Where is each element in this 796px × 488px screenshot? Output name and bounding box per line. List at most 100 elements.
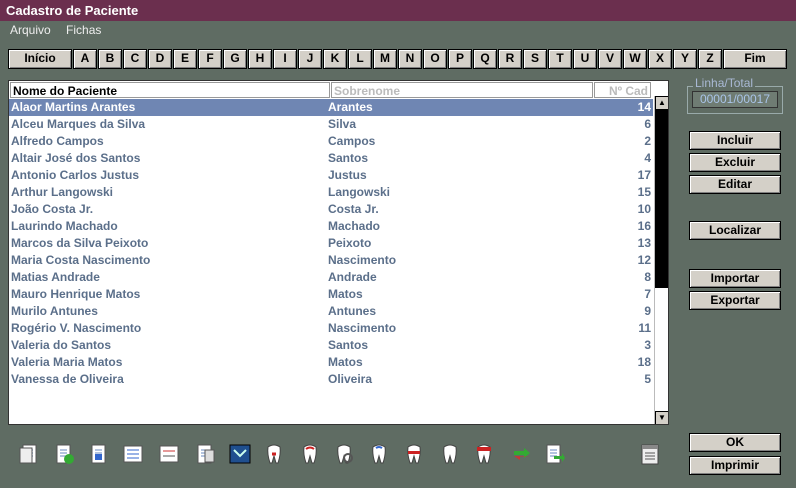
documents-icon[interactable]	[193, 442, 217, 466]
table-row[interactable]: Rogério V. Nascimento Nascimento 11	[9, 320, 653, 337]
tooth-white-icon[interactable]	[438, 442, 462, 466]
tooth-search-icon[interactable]	[332, 442, 356, 466]
surname-cell: Santos	[328, 151, 369, 165]
alpha-button-v[interactable]: V	[598, 49, 622, 69]
alpha-button-p[interactable]: P	[448, 49, 472, 69]
cadastro-number-cell: 5	[644, 372, 651, 386]
patient-name-cell: Matias Andrade	[11, 270, 100, 284]
alpha-button-a[interactable]: A	[73, 49, 97, 69]
alpha-button-n[interactable]: N	[398, 49, 422, 69]
surname-cell: Langowski	[328, 185, 391, 199]
header-name[interactable]: Nome do Paciente	[10, 82, 330, 98]
cadastro-number-cell: 13	[637, 236, 651, 250]
vertical-scrollbar[interactable]: ▲ ▼	[654, 96, 668, 424]
alpha-button-q[interactable]: Q	[473, 49, 497, 69]
alpha-button-z[interactable]: Z	[698, 49, 722, 69]
table-row[interactable]: Murilo Antunes Antunes 9	[9, 303, 653, 320]
table-row[interactable]: Arthur Langowski Langowski 15	[9, 184, 653, 201]
table-row[interactable]: Vanessa de Oliveira Oliveira 5	[9, 371, 653, 388]
tooth-crown-icon[interactable]	[472, 442, 496, 466]
ok-button[interactable]: OK	[689, 433, 781, 452]
table-row[interactable]: Altair José dos Santos Santos 4	[9, 150, 653, 167]
alpha-button-i[interactable]: I	[273, 49, 297, 69]
alpha-button-x[interactable]: X	[648, 49, 672, 69]
cadastro-number-cell: 8	[644, 270, 651, 284]
alpha-button-c[interactable]: C	[123, 49, 147, 69]
scroll-down-icon[interactable]: ▼	[655, 411, 668, 424]
table-row[interactable]: Marcos da Silva Peixoto Peixoto 13	[9, 235, 653, 252]
tooth-red-icon[interactable]	[262, 442, 286, 466]
surname-cell: Matos	[328, 287, 363, 301]
tooth-blue-icon[interactable]	[367, 442, 391, 466]
cadastro-number-cell: 7	[644, 287, 651, 301]
alpha-button-j[interactable]: J	[298, 49, 322, 69]
patient-name-cell: Altair José dos Santos	[11, 151, 141, 165]
tooth-cross-icon[interactable]	[402, 442, 426, 466]
table-row[interactable]: João Costa Jr. Costa Jr. 10	[9, 201, 653, 218]
menu-arquivo[interactable]: Arquivo	[10, 23, 51, 37]
table-row[interactable]: Alfredo Campos Campos 2	[9, 133, 653, 150]
cadastro-number-cell: 11	[638, 321, 651, 335]
dental-chart-icon[interactable]	[228, 442, 252, 466]
alpha-button-m[interactable]: M	[373, 49, 397, 69]
exchange-icon[interactable]	[510, 442, 534, 466]
header-surname[interactable]: Sobrenome	[331, 82, 593, 98]
patient-name-cell: João Costa Jr.	[11, 202, 94, 216]
table-row[interactable]: Maria Costa Nascimento Nascimento 12	[9, 252, 653, 269]
document-icon[interactable]	[87, 442, 111, 466]
alpha-button-w[interactable]: W	[623, 49, 647, 69]
alpha-button-r[interactable]: R	[498, 49, 522, 69]
alpha-button-b[interactable]: B	[98, 49, 122, 69]
cadastro-number-cell: 6	[644, 117, 651, 131]
scroll-thumb[interactable]	[655, 110, 668, 288]
exportar-button[interactable]: Exportar	[689, 291, 781, 310]
table-row[interactable]: Alceu Marques da Silva Silva 6	[9, 116, 653, 133]
alpha-button-u[interactable]: U	[573, 49, 597, 69]
list-icon[interactable]	[121, 442, 145, 466]
table-row[interactable]: Laurindo Machado Machado 16	[9, 218, 653, 235]
imprimir-button[interactable]: Imprimir	[689, 456, 781, 475]
patient-name-cell: Valeria Maria Matos	[11, 355, 123, 369]
cadastro-number-cell: 2	[644, 134, 651, 148]
alpha-button-inicio[interactable]: Início	[8, 49, 72, 69]
alpha-button-t[interactable]: T	[548, 49, 572, 69]
surname-cell: Andrade	[328, 270, 377, 284]
table-row[interactable]: Alaor Martins Arantes Arantes 14	[9, 99, 653, 116]
tooth-outline-icon[interactable]	[298, 442, 322, 466]
scroll-up-icon[interactable]: ▲	[655, 96, 668, 110]
menu-fichas[interactable]: Fichas	[66, 23, 101, 37]
alpha-button-fim[interactable]: Fim	[723, 49, 787, 69]
copy-document-icon[interactable]	[18, 442, 42, 466]
cadastro-number-cell: 18	[637, 355, 651, 369]
alpha-button-k[interactable]: K	[323, 49, 347, 69]
excluir-button[interactable]: Excluir	[689, 153, 781, 172]
alpha-button-y[interactable]: Y	[673, 49, 697, 69]
patient-name-cell: Rogério V. Nascimento	[11, 321, 142, 335]
export-document-icon[interactable]	[542, 442, 566, 466]
patient-check-icon[interactable]	[52, 442, 76, 466]
cadastro-number-cell: 12	[637, 253, 651, 267]
alpha-button-d[interactable]: D	[148, 49, 172, 69]
cadastro-number-cell: 17	[637, 168, 651, 182]
patient-list[interactable]: Nome do Paciente Sobrenome Nº Cad Alaor …	[8, 80, 669, 425]
surname-cell: Antunes	[328, 304, 376, 318]
header-id[interactable]: Nº Cad	[594, 82, 651, 98]
incluir-button[interactable]: Incluir	[689, 131, 781, 150]
table-row[interactable]: Valeria Maria Matos Matos 18	[9, 354, 653, 371]
alpha-button-l[interactable]: L	[348, 49, 372, 69]
alpha-button-e[interactable]: E	[173, 49, 197, 69]
table-row[interactable]: Antonio Carlos Justus Justus 17	[9, 167, 653, 184]
table-row[interactable]: Matias Andrade Andrade 8	[9, 269, 653, 286]
notepad-icon[interactable]	[638, 442, 662, 466]
editar-button[interactable]: Editar	[689, 175, 781, 194]
alpha-button-f[interactable]: F	[198, 49, 222, 69]
localizar-button[interactable]: Localizar	[689, 221, 781, 240]
form-icon[interactable]	[157, 442, 181, 466]
table-row[interactable]: Mauro Henrique Matos Matos 7	[9, 286, 653, 303]
alpha-button-g[interactable]: G	[223, 49, 247, 69]
importar-button[interactable]: Importar	[689, 269, 781, 288]
alpha-button-o[interactable]: O	[423, 49, 447, 69]
alpha-button-h[interactable]: H	[248, 49, 272, 69]
alpha-button-s[interactable]: S	[523, 49, 547, 69]
table-row[interactable]: Valeria do Santos Santos 3	[9, 337, 653, 354]
